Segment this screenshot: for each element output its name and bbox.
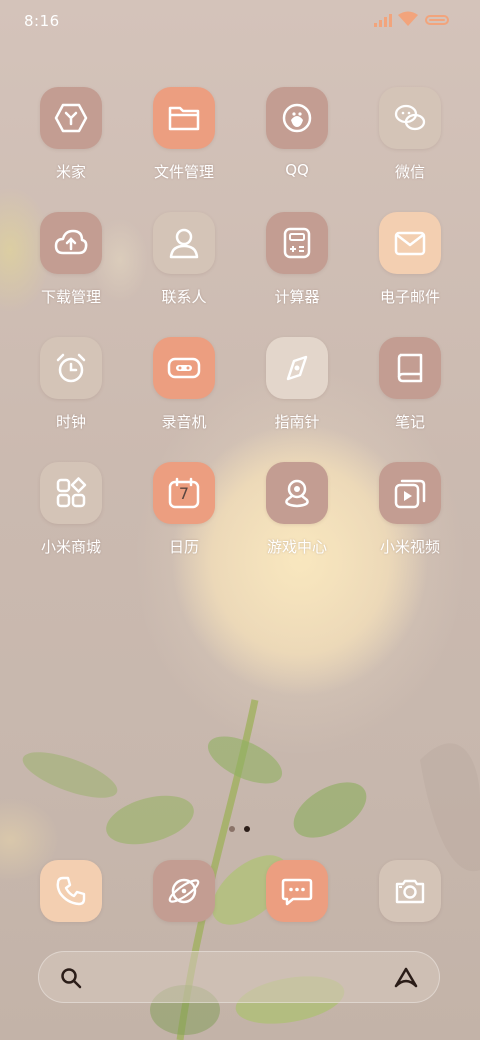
recorder-icon [153, 337, 215, 399]
xiaoai-icon[interactable] [393, 966, 419, 990]
app-mijia[interactable]: 米家 [11, 87, 131, 197]
app-label: 微信 [394, 163, 425, 181]
app-label: 指南针 [274, 413, 320, 431]
app-download-manager[interactable]: 下载管理 [11, 212, 131, 322]
app-label: 小米视频 [379, 538, 440, 556]
app-label: 游戏中心 [266, 538, 327, 556]
browser-icon [153, 860, 215, 922]
app-label: 录音机 [161, 413, 207, 431]
app-calculator[interactable]: 计算器 [237, 212, 357, 322]
dock-messages[interactable] [266, 860, 328, 922]
battery-icon [425, 15, 449, 25]
app-label: 日历 [168, 538, 199, 556]
app-recorder[interactable]: 录音机 [124, 337, 244, 447]
camera-icon [379, 860, 441, 922]
notebook-icon [379, 337, 441, 399]
app-label: 电子邮件 [379, 288, 440, 306]
app-mi-store[interactable]: 小米商城 [11, 462, 131, 572]
app-mi-video[interactable]: 小米视频 [350, 462, 470, 572]
folder-icon [153, 87, 215, 149]
page-dot[interactable] [229, 826, 235, 832]
status-bar: 8:16 [0, 0, 480, 42]
app-label: 时钟 [55, 413, 86, 431]
signal-icon [374, 14, 392, 27]
app-qq[interactable]: QQ [237, 87, 357, 197]
status-time: 8:16 [24, 12, 60, 30]
app-calendar[interactable]: 7 日历 [124, 462, 244, 572]
compass-icon [266, 337, 328, 399]
video-icon [379, 462, 441, 524]
alarm-clock-icon [40, 337, 102, 399]
app-label: 文件管理 [153, 163, 214, 181]
wifi-icon [398, 11, 418, 26]
app-label: 联系人 [161, 288, 207, 306]
page-indicator[interactable] [226, 826, 254, 834]
cloud-upload-icon [40, 212, 102, 274]
app-email[interactable]: 电子邮件 [350, 212, 470, 322]
dock-camera[interactable] [379, 860, 441, 922]
game-center-icon [266, 462, 328, 524]
app-compass[interactable]: 指南针 [237, 337, 357, 447]
app-label: 米家 [55, 163, 86, 181]
app-game-center[interactable]: 游戏中心 [237, 462, 357, 572]
app-wechat[interactable]: 微信 [350, 87, 470, 197]
app-notes[interactable]: 笔记 [350, 337, 470, 447]
mijia-icon [40, 87, 102, 149]
store-icon [40, 462, 102, 524]
qq-icon [266, 87, 328, 149]
phone-icon [40, 860, 102, 922]
app-file-manager[interactable]: 文件管理 [124, 87, 244, 197]
app-label: QQ [285, 161, 309, 179]
mail-icon [379, 212, 441, 274]
app-contacts[interactable]: 联系人 [124, 212, 244, 322]
app-label: 笔记 [394, 413, 425, 431]
calendar-icon: 7 [153, 462, 215, 524]
app-label: 下载管理 [40, 288, 101, 306]
app-label: 小米商城 [40, 538, 101, 556]
wechat-icon [379, 87, 441, 149]
person-icon [153, 212, 215, 274]
dock-browser[interactable] [153, 860, 215, 922]
page-dot-active[interactable] [244, 826, 250, 832]
message-icon [266, 860, 328, 922]
calendar-day: 7 [178, 484, 190, 503]
search-icon[interactable] [59, 966, 83, 990]
app-label: 计算器 [274, 288, 320, 306]
search-bar[interactable] [38, 951, 440, 1003]
app-clock[interactable]: 时钟 [11, 337, 131, 447]
calculator-icon [266, 212, 328, 274]
dock-phone[interactable] [40, 860, 102, 922]
